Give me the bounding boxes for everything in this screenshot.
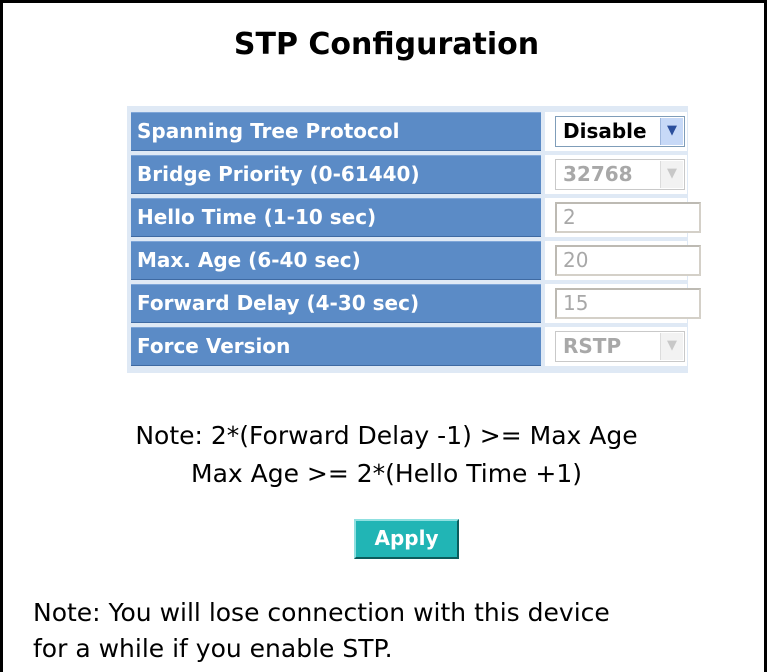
chevron-down-icon: ▼ [660,333,683,360]
timing-note-line1: Note: 2*(Forward Delay -1) >= Max Age [135,421,638,450]
bridge-priority-value: 32768 [563,162,633,186]
spanning-tree-protocol-select[interactable]: Disable ▼ [555,116,685,147]
label-forward-delay: Forward Delay (4-30 sec) [131,284,541,323]
label-bridge-priority: Bridge Priority (0-61440) [131,155,541,194]
warning-line2: for a while if you enable STP. [33,634,393,663]
timing-note: Note: 2*(Forward Delay -1) >= Max Age Ma… [3,417,770,493]
force-version-value: RSTP [563,334,622,358]
max-age-input: 20 [555,245,701,276]
stp-config-table: Spanning Tree Protocol Disable ▼ Bridge … [127,106,701,373]
bridge-priority-select: 32768 ▼ [555,159,685,190]
page-title: STP Configuration [233,27,540,62]
label-hello-time: Hello Time (1-10 sec) [131,198,541,237]
value-cell-hello-time: 2 [545,198,701,237]
force-version-select: RSTP ▼ [555,331,685,362]
chevron-down-icon: ▼ [660,161,683,188]
value-cell-bridge-priority: 32768 ▼ [545,155,687,194]
label-max-age: Max. Age (6-40 sec) [131,241,541,280]
label-force-version: Force Version [131,327,541,366]
spanning-tree-protocol-value: Disable [563,119,647,143]
label-spanning-tree-protocol: Spanning Tree Protocol [131,112,541,151]
page-frame: STP Configuration Spanning Tree Protocol… [0,0,767,672]
apply-button[interactable]: Apply [354,519,459,559]
hello-time-input: 2 [555,202,701,233]
warning-line1: Note: You will lose connection with this… [33,598,610,627]
timing-note-line2: Max Age >= 2*(Hello Time +1) [191,459,582,488]
forward-delay-input: 15 [555,288,701,319]
value-cell-max-age: 20 [545,241,701,280]
chevron-down-icon[interactable]: ▼ [660,118,683,145]
value-cell-forward-delay: 15 [545,284,701,323]
connection-warning-note: Note: You will lose connection with this… [33,595,763,667]
value-cell-force-version: RSTP ▼ [545,327,687,366]
value-cell-spanning-tree-protocol: Disable ▼ [545,112,687,151]
